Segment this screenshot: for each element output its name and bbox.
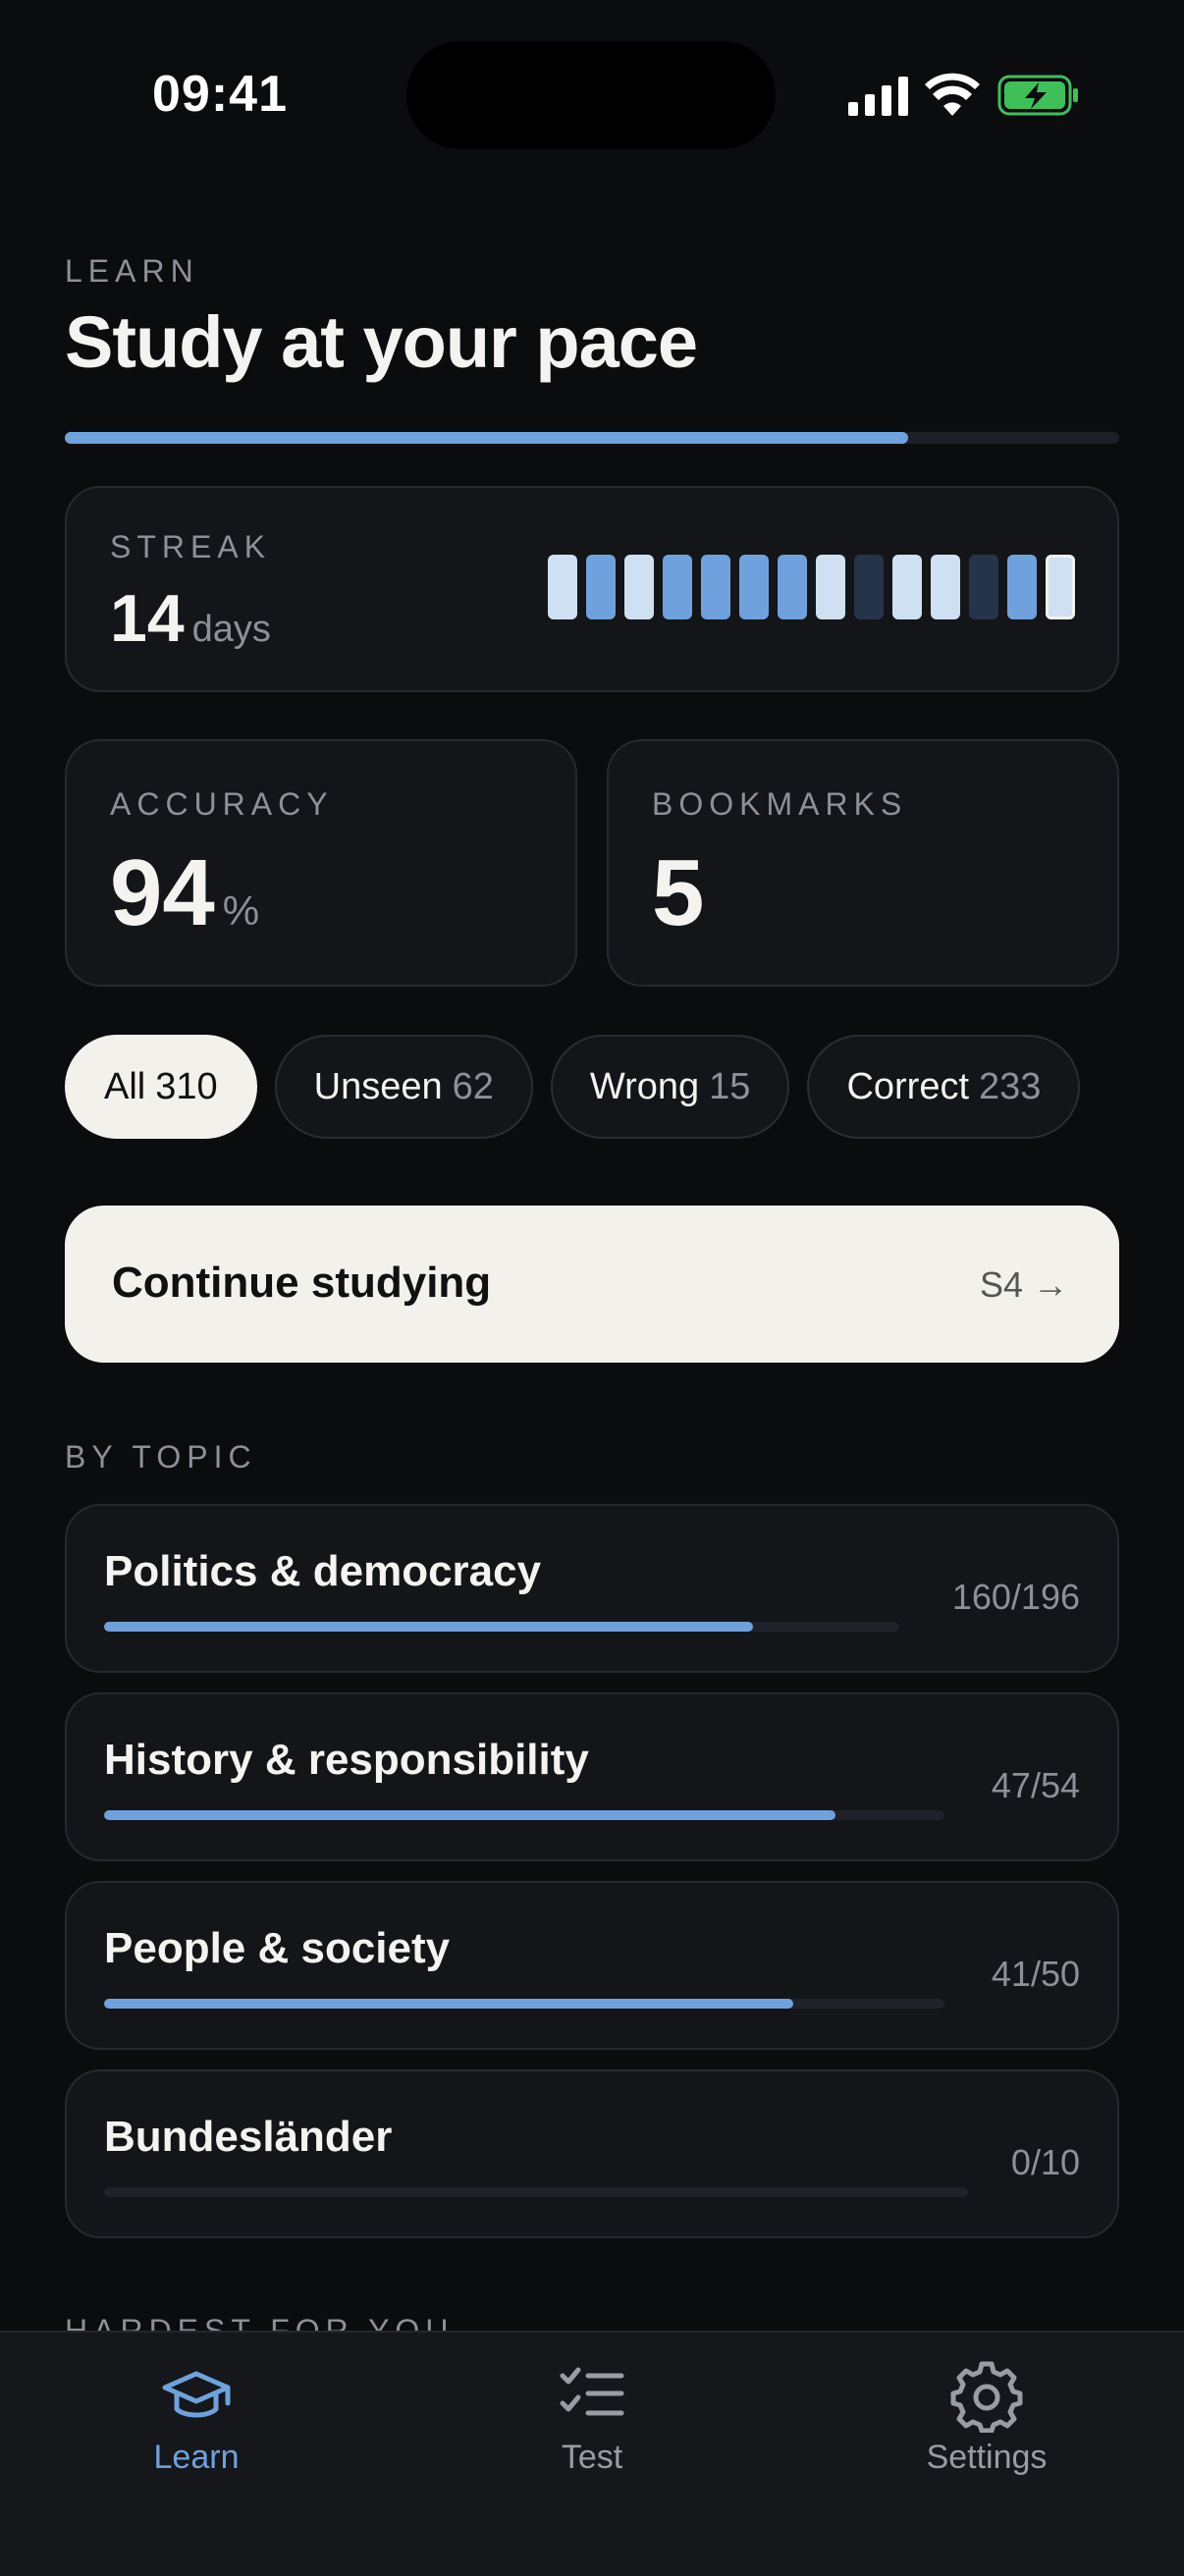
- topic-name: People & society: [104, 1924, 451, 1972]
- topic-name: Bundesländer: [104, 2113, 393, 2161]
- chip-label: Wrong: [589, 1066, 700, 1107]
- chip-count: 233: [979, 1066, 1042, 1107]
- streak-card: STREAK 14 days: [65, 486, 1119, 692]
- bookmarks-label: BOOKMARKS: [652, 786, 908, 822]
- bookmarks-value: 5: [652, 840, 705, 945]
- streak-day-block: [969, 555, 998, 619]
- overall-progress-bar: [65, 432, 1119, 444]
- status-time: 09:41: [152, 66, 288, 123]
- tab-label: Test: [561, 2439, 623, 2476]
- chip-label: All: [104, 1066, 146, 1107]
- streak-day-block: [586, 555, 616, 619]
- topic-progress-bar: [104, 1810, 944, 1820]
- chip-count: 62: [452, 1066, 494, 1107]
- filter-chips: All 310 Unseen 62 Wrong 15 Correct 233: [65, 1035, 1119, 1139]
- topic-count: 47/54: [991, 1765, 1080, 1805]
- topic-card-bundeslaender[interactable]: Bundesländer 0/10: [65, 2069, 1119, 2238]
- streak-day-block: [892, 555, 922, 619]
- streak-day-block: [1046, 555, 1075, 619]
- topic-card-politics[interactable]: Politics & democracy 160/196: [65, 1504, 1119, 1673]
- tab-settings[interactable]: Settings: [888, 2358, 1085, 2477]
- topic-name: History & responsibility: [104, 1736, 589, 1784]
- gear-icon: [950, 2361, 1023, 2433]
- streak-day-block: [548, 555, 577, 619]
- streak-day-block: [624, 555, 654, 619]
- topic-count: 41/50: [991, 1954, 1080, 1994]
- dynamic-island: [406, 41, 776, 149]
- streak-day-block: [931, 555, 960, 619]
- filter-chip-wrong[interactable]: Wrong 15: [550, 1035, 790, 1139]
- streak-day-block: [701, 555, 730, 619]
- topic-progress-fill: [104, 1810, 835, 1820]
- continue-studying-label: Continue studying: [112, 1259, 492, 1307]
- wifi-icon: [925, 73, 980, 116]
- streak-value: 14 days: [110, 580, 271, 657]
- status-bar: 09:41: [0, 0, 1184, 167]
- chip-count: 310: [155, 1066, 218, 1107]
- continue-studying-button[interactable]: Continue studying S4 →: [65, 1206, 1119, 1363]
- accuracy-unit: %: [222, 887, 260, 934]
- topic-progress-fill: [104, 1999, 793, 2009]
- chip-label: Correct: [846, 1066, 970, 1107]
- accuracy-label: ACCURACY: [110, 786, 334, 822]
- overall-progress-fill: [65, 432, 909, 444]
- topic-count: 160/196: [951, 1577, 1080, 1617]
- streak-day-blocks: [548, 555, 1075, 619]
- checklist-icon: [560, 2367, 624, 2416]
- graduation-cap-icon: [162, 2371, 231, 2418]
- filter-chip-unseen[interactable]: Unseen 62: [274, 1035, 533, 1139]
- page-title: Study at your pace: [65, 301, 698, 383]
- battery-charging-icon: [997, 75, 1078, 116]
- streak-day-block: [778, 555, 807, 619]
- chip-count: 15: [709, 1066, 751, 1107]
- topic-card-people[interactable]: People & society 41/50: [65, 1881, 1119, 2050]
- filter-chip-correct[interactable]: Correct 233: [807, 1035, 1081, 1139]
- streak-day-block: [739, 555, 769, 619]
- cellular-signal-icon: [848, 77, 908, 116]
- tab-bar: Learn Test Settings: [0, 2331, 1184, 2576]
- accuracy-number: 94: [110, 840, 215, 945]
- streak-number: 14: [110, 581, 185, 656]
- page-kicker: LEARN: [65, 253, 199, 289]
- filter-chip-all[interactable]: All 310: [65, 1035, 257, 1139]
- streak-day-block: [1007, 555, 1037, 619]
- topic-progress-bar: [104, 1622, 899, 1632]
- streak-day-block: [663, 555, 692, 619]
- streak-unit: days: [191, 609, 271, 650]
- bookmarks-card[interactable]: BOOKMARKS 5: [607, 739, 1119, 987]
- streak-day-block: [816, 555, 845, 619]
- tab-test[interactable]: Test: [494, 2358, 690, 2477]
- topic-progress-bar: [104, 2187, 968, 2197]
- chip-label: Unseen: [313, 1066, 443, 1107]
- topic-progress-bar: [104, 1999, 944, 2009]
- topic-count: 0/10: [1010, 2142, 1080, 2182]
- topic-progress-fill: [104, 1622, 753, 1632]
- tab-label: Settings: [926, 2439, 1048, 2476]
- topic-name: Politics & democracy: [104, 1547, 542, 1595]
- accuracy-card: ACCURACY 94%: [65, 739, 577, 987]
- tab-learn[interactable]: Learn: [98, 2358, 295, 2477]
- by-topic-heading: BY TOPIC: [65, 1439, 257, 1475]
- streak-label: STREAK: [110, 529, 272, 564]
- topic-card-history[interactable]: History & responsibility 47/54: [65, 1692, 1119, 1861]
- streak-day-block: [854, 555, 884, 619]
- continue-studying-badge: S4 →: [979, 1264, 1068, 1305]
- accuracy-value: 94%: [110, 839, 259, 947]
- tab-label: Learn: [153, 2439, 240, 2476]
